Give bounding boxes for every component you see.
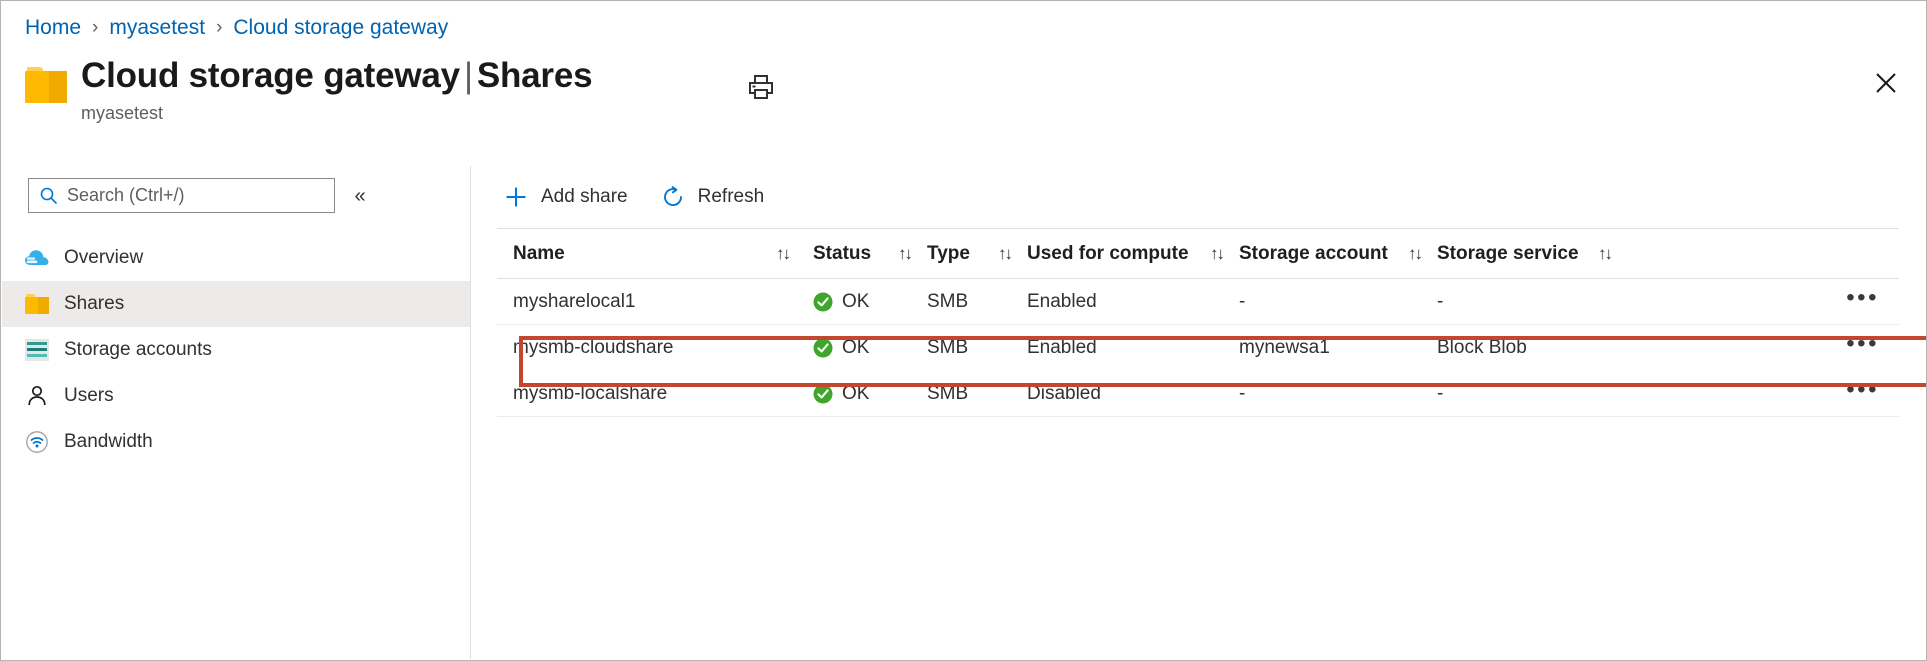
column-header-label: Name	[513, 243, 565, 265]
status-ok-icon	[813, 292, 833, 312]
shares-table: Name ↑↓ Status ↑↓ Type ↑↓ Used for compu…	[497, 229, 1899, 417]
status-ok-icon	[813, 384, 833, 404]
status-ok-icon	[813, 338, 833, 358]
column-header-name[interactable]: Name ↑↓	[497, 243, 797, 265]
command-bar: Add share Refresh	[471, 166, 1925, 228]
sort-icon[interactable]: ↑↓	[768, 244, 789, 264]
cell-storage-service: -	[1421, 291, 1611, 313]
cell-used-for-compute: Enabled	[1011, 337, 1223, 359]
status-badge: OK	[842, 337, 869, 359]
page-header: Cloud storage gateway|Shares myasetest	[25, 53, 592, 125]
column-header-label: Storage service	[1437, 243, 1579, 265]
column-header-type[interactable]: Type ↑↓	[911, 243, 1011, 265]
sort-icon[interactable]: ↑↓	[1590, 244, 1611, 264]
search-input[interactable]	[67, 185, 334, 206]
row-actions[interactable]: •••	[1611, 293, 1899, 311]
breadcrumb-separator-1: ›	[92, 17, 98, 39]
search-icon	[39, 186, 59, 206]
cell-name: mysharelocal1	[497, 291, 797, 313]
sidebar-item-label: Shares	[64, 293, 124, 315]
page-title-section: Shares	[477, 56, 593, 95]
collapse-sidebar-button[interactable]: «	[345, 181, 375, 211]
more-options-icon[interactable]: •••	[1846, 385, 1879, 403]
cell-used-for-compute: Disabled	[1011, 383, 1223, 405]
row-actions[interactable]: •••	[1611, 385, 1899, 403]
sidebar-nav: Overview Shares Storage accounts	[2, 235, 470, 465]
page-title-resource: Cloud storage gateway	[81, 56, 460, 95]
sort-icon[interactable]: ↑↓	[890, 244, 911, 264]
folder-icon	[24, 291, 50, 317]
sidebar-item-users[interactable]: Users	[2, 373, 470, 419]
sidebar-item-shares[interactable]: Shares	[2, 281, 470, 327]
cell-status: OK	[797, 337, 911, 359]
storage-stack-icon	[24, 337, 50, 363]
cell-used-for-compute: Enabled	[1011, 291, 1223, 313]
plus-icon	[501, 182, 531, 212]
table-row[interactable]: mysmb-localshare OK SMB Disabled - - •••	[497, 371, 1899, 417]
cell-storage-service: Block Blob	[1421, 337, 1611, 359]
cell-type: SMB	[911, 337, 1011, 359]
column-header-label: Used for compute	[1027, 243, 1189, 265]
sidebar-item-bandwidth[interactable]: Bandwidth	[2, 419, 470, 465]
column-header-storage-account[interactable]: Storage account ↑↓	[1223, 243, 1421, 265]
cell-type: SMB	[911, 383, 1011, 405]
search-box[interactable]	[28, 178, 335, 213]
cell-status: OK	[797, 383, 911, 405]
column-header-storage-service[interactable]: Storage service ↑↓	[1421, 243, 1611, 265]
cell-storage-account: mynewsa1	[1223, 337, 1421, 359]
page-title: Cloud storage gateway|Shares	[81, 53, 592, 99]
cell-name: mysmb-localshare	[497, 383, 797, 405]
table-row[interactable]: mysmb-cloudshare OK SMB Enabled mynewsa1…	[497, 325, 1899, 371]
sidebar-item-storage-accounts[interactable]: Storage accounts	[2, 327, 470, 373]
more-options-icon[interactable]: •••	[1846, 293, 1879, 311]
breadcrumb: Home › myasetest › Cloud storage gateway	[25, 13, 448, 43]
azure-portal-blade: Home › myasetest › Cloud storage gateway…	[0, 0, 1927, 661]
refresh-button[interactable]: Refresh	[654, 177, 777, 217]
sidebar-item-label: Users	[64, 385, 114, 407]
cell-storage-account: -	[1223, 291, 1421, 313]
cell-storage-service: -	[1421, 383, 1611, 405]
sort-icon[interactable]: ↑↓	[990, 244, 1011, 264]
sidebar-item-label: Overview	[64, 247, 143, 269]
folder-icon	[25, 67, 67, 103]
printer-icon[interactable]	[741, 67, 781, 107]
breadcrumb-item-cloud-storage-gateway[interactable]: Cloud storage gateway	[233, 16, 448, 40]
column-header-label: Status	[813, 243, 871, 265]
cell-status: OK	[797, 291, 911, 313]
row-actions[interactable]: •••	[1611, 339, 1899, 357]
sidebar-item-label: Storage accounts	[64, 339, 212, 361]
sort-icon[interactable]: ↑↓	[1400, 244, 1421, 264]
table-header-row: Name ↑↓ Status ↑↓ Type ↑↓ Used for compu…	[497, 229, 1899, 279]
add-share-label: Add share	[541, 186, 628, 208]
cloud-icon	[24, 245, 50, 271]
sidebar: « Overview Shares	[2, 166, 471, 659]
column-header-status[interactable]: Status ↑↓	[797, 243, 911, 265]
bandwidth-wifi-icon	[24, 429, 50, 455]
refresh-label: Refresh	[698, 186, 765, 208]
person-icon	[24, 383, 50, 409]
close-icon[interactable]	[1868, 65, 1904, 101]
breadcrumb-item-myasetest[interactable]: myasetest	[109, 16, 205, 40]
column-header-label: Storage account	[1239, 243, 1388, 265]
sort-icon[interactable]: ↑↓	[1202, 244, 1223, 264]
status-badge: OK	[842, 291, 869, 313]
cell-name: mysmb-cloudshare	[497, 337, 797, 359]
column-header-used-for-compute[interactable]: Used for compute ↑↓	[1011, 243, 1223, 265]
more-options-icon[interactable]: •••	[1846, 339, 1879, 357]
cell-storage-account: -	[1223, 383, 1421, 405]
breadcrumb-item-home[interactable]: Home	[25, 16, 81, 40]
page-title-separator: |	[460, 56, 477, 95]
add-share-button[interactable]: Add share	[497, 177, 640, 217]
status-badge: OK	[842, 383, 869, 405]
cell-type: SMB	[911, 291, 1011, 313]
sidebar-item-overview[interactable]: Overview	[2, 235, 470, 281]
refresh-icon	[658, 182, 688, 212]
breadcrumb-separator-2: ›	[216, 17, 222, 39]
column-header-label: Type	[927, 243, 970, 265]
main-content: Add share Refresh Name ↑↓	[471, 166, 1925, 659]
table-row[interactable]: mysharelocal1 OK SMB Enabled - - •••	[497, 279, 1899, 325]
sidebar-item-label: Bandwidth	[64, 431, 153, 453]
page-subtitle: myasetest	[81, 101, 592, 125]
